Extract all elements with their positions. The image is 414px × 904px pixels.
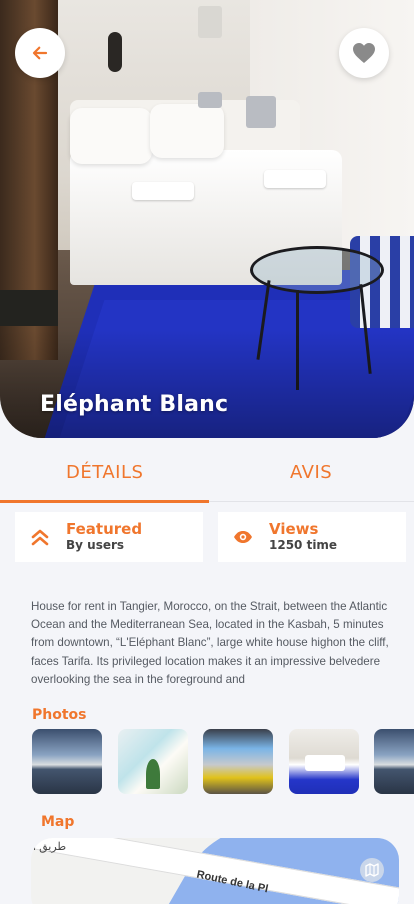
- hero-towel: [132, 182, 194, 200]
- hero-pillow: [70, 108, 152, 164]
- hero-glass-table: [250, 246, 384, 294]
- back-button[interactable]: [15, 28, 65, 78]
- listing-description: House for rent in Tangier, Morocco, on t…: [31, 600, 389, 686]
- hero-wall-mask: [108, 32, 122, 72]
- map-icon: [365, 863, 379, 877]
- hero-lamp: [198, 92, 222, 108]
- photo-bed: [305, 755, 345, 771]
- favorite-button[interactable]: [339, 28, 389, 78]
- heart-icon: [353, 43, 375, 63]
- map-street-label: طريق ا: [33, 841, 67, 853]
- arrow-left-icon: [32, 46, 48, 60]
- hero-shade: [0, 330, 414, 438]
- map-mode-button[interactable]: [360, 858, 384, 882]
- featured-card: Featured By users: [15, 512, 203, 562]
- hero-door-stripe: [0, 290, 58, 326]
- photo-thumbnail[interactable]: [118, 729, 188, 794]
- photos-heading: Photos: [32, 707, 87, 723]
- photo-thumbnail[interactable]: [374, 729, 414, 794]
- location-map[interactable]: طريق ا Route de la Pl: [31, 838, 399, 904]
- tab-details[interactable]: DÉTAILS: [66, 462, 143, 483]
- map-heading: Map: [41, 814, 75, 830]
- featured-subtitle: By users: [66, 538, 125, 552]
- hero-lamp: [246, 96, 276, 128]
- featured-title: Featured: [66, 520, 143, 538]
- photo-plant: [146, 759, 160, 789]
- eye-icon: [228, 522, 258, 552]
- tab-active-indicator: [0, 500, 209, 503]
- double-chevron-up-icon: [25, 522, 55, 552]
- hero-sconce: [198, 6, 222, 38]
- views-card: Views 1250 time: [218, 512, 406, 562]
- views-count: 1250 time: [269, 538, 338, 552]
- views-title: Views: [269, 520, 319, 538]
- hero-pillow: [150, 104, 224, 158]
- hero-towel: [264, 170, 326, 188]
- photo-thumbnail[interactable]: [289, 729, 359, 794]
- tab-reviews[interactable]: AVIS: [290, 462, 332, 483]
- photo-thumbnail[interactable]: [32, 729, 102, 794]
- listing-title: Eléphant Blanc: [40, 392, 229, 417]
- photo-thumbnail[interactable]: [203, 729, 273, 794]
